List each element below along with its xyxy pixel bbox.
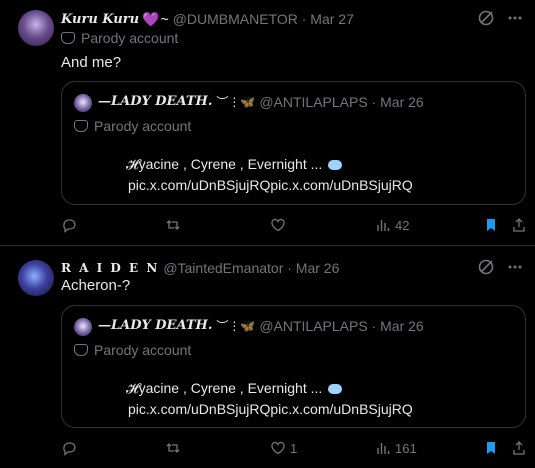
quoted-tweet[interactable]: —LADY DEATH. ︶⋮🦋 @ANTILAPLAPS · Mar 26 P…: [61, 305, 526, 428]
tweet[interactable]: R A I D E N @TaintedEmanator · Mar 26 Ac…: [0, 246, 535, 468]
share-icon: [513, 441, 525, 455]
grok-icon[interactable]: [477, 9, 495, 27]
parody-mask-icon: [61, 32, 75, 44]
more-icon[interactable]: [507, 9, 523, 27]
handle-and-date[interactable]: @DUMBMANETOR · Mar 27: [173, 11, 354, 27]
quote-avatar: [74, 94, 92, 112]
like-count: 1: [290, 440, 298, 456]
reply-button[interactable]: [61, 217, 81, 233]
quote-parody-text: Parody account: [94, 118, 192, 134]
parody-mask-icon: [74, 120, 88, 132]
heart-emoji: 💜: [142, 10, 160, 27]
share-button[interactable]: [511, 217, 527, 233]
quote-text: 𝓗yacine , Cyrene , Evernight ...: [126, 380, 323, 396]
bookmark-button[interactable]: [483, 217, 499, 233]
tweet-top-icons: [477, 9, 523, 27]
quote-name-decoration: ︶⋮🦋: [216, 95, 256, 109]
bookmark-button[interactable]: [483, 440, 499, 456]
quote-handle-and-date: @ANTILAPLAPS · Mar 26: [259, 93, 424, 110]
bookmark-icon: [487, 442, 495, 454]
retweet-button[interactable]: [165, 217, 185, 233]
parody-label: Parody account: [61, 30, 178, 46]
quote-text-line1: 𝓗yacine , Cyrene , Evernight ...: [126, 156, 343, 173]
tweet-text: And me?: [61, 54, 122, 71]
handle-and-date[interactable]: @TaintedEmanator · Mar 26: [163, 260, 339, 276]
like-icon: [271, 218, 285, 232]
quote-link[interactable]: pic.x.com/uDnBSjujRQpic.x.com/uDnBSjujRQ: [128, 177, 413, 193]
like-button[interactable]: 1: [270, 440, 297, 456]
quote-link[interactable]: pic.x.com/uDnBSjujRQpic.x.com/uDnBSjujRQ: [128, 401, 413, 417]
like-icon: [271, 441, 285, 455]
views-count: 42: [395, 217, 410, 233]
quote-display-name: —LADY DEATH.: [98, 318, 213, 333]
name-suffix: ~: [160, 11, 169, 27]
tweet-top-icons: [477, 258, 523, 276]
display-name[interactable]: R A I D E N: [61, 261, 159, 275]
retweet-icon: [166, 443, 180, 453]
retweet-button[interactable]: [165, 440, 185, 456]
quote-display-name: —LADY DEATH.: [98, 94, 213, 109]
views-button[interactable]: 42: [375, 217, 409, 233]
quote-text: 𝓗yacine , Cyrene , Evernight ...: [126, 156, 323, 172]
tweet-text: Acheron-?: [61, 277, 131, 294]
speech-bubble-icon: [328, 383, 343, 394]
quote-avatar: [74, 318, 92, 336]
views-icon: [377, 443, 390, 454]
tweet[interactable]: Kuru Kuru 💜 ~ @DUMBMANETOR · Mar 27 Paro…: [0, 0, 535, 246]
quote-header: —LADY DEATH. ︶⋮🦋 @ANTILAPLAPS · Mar 26: [98, 317, 424, 334]
quote-parody-text: Parody account: [94, 342, 192, 358]
action-bar: 42: [61, 217, 526, 237]
quote-header: —LADY DEATH. ︶⋮🦋 @ANTILAPLAPS · Mar 26: [98, 93, 424, 110]
quote-name-decoration: ︶⋮🦋: [216, 319, 256, 333]
retweet-icon: [166, 220, 180, 230]
views-count: 161: [395, 440, 417, 456]
views-icon: [377, 220, 390, 231]
share-icon: [513, 218, 525, 232]
reply-icon: [63, 219, 76, 233]
quote-text-line1: 𝓗yacine , Cyrene , Evernight ...: [126, 380, 343, 397]
like-button[interactable]: [270, 217, 290, 233]
share-button[interactable]: [511, 440, 527, 456]
parody-text: Parody account: [81, 30, 179, 46]
reply-button[interactable]: [61, 440, 81, 456]
tweet-header: R A I D E N @TaintedEmanator · Mar 26: [61, 258, 339, 278]
quote-handle-and-date: @ANTILAPLAPS · Mar 26: [259, 317, 424, 334]
avatar[interactable]: [18, 260, 54, 296]
action-bar: 1 161: [61, 440, 526, 460]
display-name[interactable]: Kuru Kuru: [61, 12, 139, 27]
bookmark-icon: [487, 219, 495, 231]
quote-parody-label: Parody account: [74, 118, 191, 134]
avatar[interactable]: [18, 10, 54, 46]
quote-parody-label: Parody account: [74, 342, 191, 358]
parody-mask-icon: [74, 344, 88, 356]
tweet-header: Kuru Kuru 💜 ~ @DUMBMANETOR · Mar 27: [61, 9, 354, 29]
reply-icon: [63, 442, 76, 456]
quoted-tweet[interactable]: —LADY DEATH. ︶⋮🦋 @ANTILAPLAPS · Mar 26 P…: [61, 81, 526, 205]
speech-bubble-icon: [328, 159, 343, 170]
views-button[interactable]: 161: [375, 440, 417, 456]
more-icon[interactable]: [507, 258, 523, 276]
grok-icon[interactable]: [477, 258, 495, 276]
